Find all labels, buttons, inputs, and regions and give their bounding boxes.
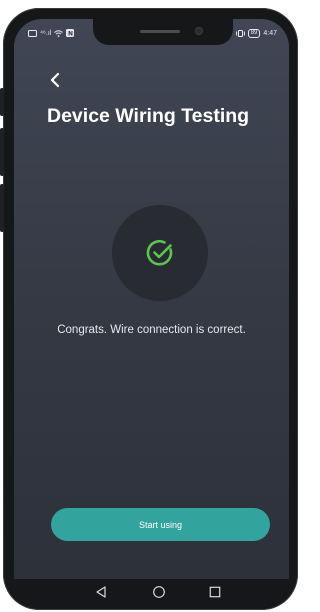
camera-notch — [93, 19, 233, 45]
front-camera — [196, 28, 202, 34]
phone-frame: ⁴⁶.ıl N 89 4:47 Device Wiring Testing Co… — [0, 8, 298, 610]
status-indicators: ⁴⁶.ıl N — [28, 29, 75, 38]
notification-icon — [28, 29, 37, 37]
triangle-back-icon[interactable] — [94, 585, 108, 599]
signal-text: ⁴⁶.ıl — [40, 29, 52, 37]
start-using-button[interactable]: Start using — [51, 508, 270, 541]
circle-home-icon[interactable] — [152, 585, 166, 599]
vibrate-icon — [235, 30, 245, 37]
volume-button — [0, 88, 4, 116]
volume-down-button — [0, 128, 4, 176]
page-title: Device Wiring Testing — [47, 105, 250, 127]
status-right: 89 4:47 — [235, 29, 277, 38]
clock: 4:47 — [263, 30, 277, 37]
app-screen: ⁴⁶.ıl N 89 4:47 Device Wiring Testing Co… — [14, 19, 289, 605]
wifi-icon — [54, 29, 64, 37]
back-button[interactable] — [47, 71, 65, 89]
square-recents-icon[interactable] — [208, 585, 222, 599]
chevron-left-icon — [50, 72, 60, 88]
result-message: Congrats. Wire connection is correct. — [57, 324, 246, 336]
success-indicator — [112, 205, 208, 301]
power-button — [0, 184, 4, 232]
system-nav-bar — [14, 579, 289, 605]
svg-text:N: N — [68, 31, 73, 38]
check-circle-icon — [146, 239, 173, 266]
earpiece-speaker — [140, 30, 180, 33]
battery-indicator: 89 — [247, 29, 261, 38]
app-notification-icon: N — [66, 29, 75, 38]
